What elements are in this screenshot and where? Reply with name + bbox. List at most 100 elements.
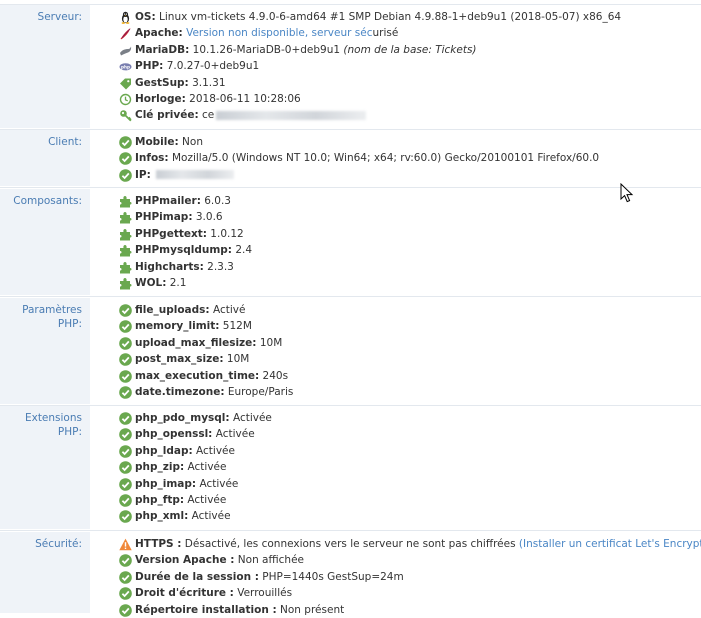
section-client: Client: Mobile: Non Infos: Mozilla/5.0 (… <box>0 130 701 186</box>
list-item-php: php PHP: 7.0.27-0+deb9u1 <box>92 58 701 74</box>
list-item-security: Durée de la session : PHP=1440s GestSup=… <box>92 569 701 585</box>
item-key: PHPmysqldump: <box>135 244 232 257</box>
section-label: Sécurité: <box>35 538 82 550</box>
item-value: Activée <box>184 461 227 474</box>
item-key: PHPmailer: <box>135 195 201 207</box>
item-key: Infos: <box>135 152 169 165</box>
list-item-os: OS: Linux vm-tickets 4.9.0-6-amd64 #1 SM… <box>92 9 701 25</box>
check-icon <box>119 136 132 149</box>
item-key: PHPgettext: <box>135 227 207 240</box>
item-key: php_xml: <box>135 510 189 523</box>
item-key: OS: <box>135 11 156 23</box>
list-item-security: Version Apache : Non affichée <box>92 552 701 568</box>
mariadb-icon <box>120 46 132 56</box>
puzzle-icon <box>120 212 132 224</box>
item-key: Apache: <box>135 27 183 40</box>
check-icon <box>119 412 132 425</box>
apache-version-link[interactable]: Version non disponible, serveur séc <box>183 27 372 39</box>
section-label-cell: Paramètres PHP: <box>0 298 90 404</box>
check-icon <box>119 494 132 507</box>
item-value: Activée <box>196 477 239 490</box>
list-item-private-key: Clé privée: ce <box>92 107 701 123</box>
check-icon <box>119 444 132 458</box>
item-key: IP: <box>135 168 151 181</box>
item-value: 240s <box>259 369 289 382</box>
list-item-apache: Apache: Version non disponible, serveur … <box>92 25 701 41</box>
item-key: Durée de la session : <box>135 570 259 583</box>
mouse-cursor-icon <box>620 183 634 203</box>
item-value: Désactivé, les connexions vers le serveu… <box>181 538 519 550</box>
item-value: 1.0.12 <box>206 227 244 240</box>
list-item-setting: memory_limit: 512M <box>92 318 701 334</box>
section-extensions-php: Extensions PHP: php_pdo_mysql: Activée p… <box>0 406 701 529</box>
section-label: Client: <box>48 136 82 148</box>
item-value: 2018-06-11 10:28:06 <box>185 92 301 105</box>
item-value: Activée <box>229 412 272 424</box>
row-divider <box>0 405 701 406</box>
list-item-setting: file_uploads: Activé <box>92 302 701 318</box>
item-value: Activée <box>212 428 255 441</box>
section-values: Mobile: Non Infos: Mozilla/5.0 (Windows … <box>92 130 701 186</box>
item-value: 512M <box>219 320 252 333</box>
check-icon <box>119 369 132 383</box>
section-values: file_uploads: Activé memory_limit: 512M … <box>92 298 701 404</box>
item-key: post_max_size: <box>135 353 224 366</box>
section-serveur: Serveur: OS: Linux vm-tickets 4.9.0-6-am… <box>0 5 701 128</box>
item-key: php_imap: <box>135 477 197 490</box>
list-item-component: PHPimap: 3.0.6 <box>92 209 701 225</box>
row-divider <box>0 187 701 188</box>
item-key: Droit d'écriture : <box>135 587 234 600</box>
item-value: Verrouillés <box>233 587 293 600</box>
item-value: Activée <box>188 510 231 523</box>
list-item-component: WOL: 2.1 <box>92 275 701 291</box>
item-key: Horloge: <box>135 92 186 105</box>
item-key: memory_limit: <box>135 320 220 333</box>
list-item-mobile: Mobile: Non <box>92 134 701 150</box>
check-icon <box>119 603 132 617</box>
item-key: php_ftp: <box>135 493 185 506</box>
install-certificate-link[interactable]: (Installer un certificat Let's Encrypt) <box>519 538 701 550</box>
list-item-https: HTTPS : Désactivé, les connexions vers l… <box>92 536 701 552</box>
item-value: Europe/Paris <box>224 385 294 398</box>
list-item-gestsup: GestSup: 3.1.31 <box>92 75 701 91</box>
item-key: Highcharts: <box>135 260 204 273</box>
section-securite: Sécurité: HTTPS : Désactivé, les connexi… <box>0 532 701 617</box>
item-value: 3.1.31 <box>188 76 226 89</box>
section-label: Paramètres PHP: <box>22 304 82 330</box>
item-key: Répertoire installation : <box>135 603 277 616</box>
item-key: WOL: <box>135 276 167 289</box>
check-icon <box>119 320 132 334</box>
section-label-cell: Extensions PHP: <box>0 406 90 529</box>
item-value <box>151 169 154 181</box>
row-divider <box>0 4 701 5</box>
item-key: php_openssl: <box>135 428 213 441</box>
item-value: Non affichée <box>234 554 304 567</box>
item-value: urisé <box>372 27 399 40</box>
item-value: Linux vm-tickets 4.9.0-6-amd64 #1 SMP De… <box>155 11 622 23</box>
item-key: Version Apache : <box>135 554 235 567</box>
item-value: PHP=1440s GestSup=24m <box>258 570 404 583</box>
puzzle-icon <box>120 245 132 257</box>
redacted-value <box>216 110 367 120</box>
item-key: date.timezone: <box>135 385 225 398</box>
item-value: Mozilla/5.0 (Windows NT 10.0; Win64; x64… <box>168 152 600 165</box>
item-key: php_ldap: <box>135 444 193 457</box>
section-label-cell: Sécurité: <box>0 532 90 613</box>
item-key: PHPimap: <box>135 211 193 224</box>
item-value: Activée <box>192 444 235 457</box>
section-label-cell: Composants: <box>0 189 90 295</box>
list-item-setting: date.timezone: Europe/Paris <box>92 384 701 400</box>
item-value: 7.0.27-0+deb9u1 <box>163 60 260 73</box>
check-icon <box>119 336 132 350</box>
puzzle-icon <box>120 196 132 208</box>
warning-icon <box>119 538 132 551</box>
item-value: 10M <box>223 353 250 366</box>
section-label: Extensions PHP: <box>24 412 82 438</box>
list-item-component: PHPmailer: 6.0.3 <box>92 193 701 209</box>
row-divider <box>0 530 701 531</box>
list-item-infos: Infos: Mozilla/5.0 (Windows NT 10.0; Win… <box>92 150 701 166</box>
row-divider <box>0 296 701 297</box>
check-icon <box>119 554 132 568</box>
list-item-setting: max_execution_time: 240s <box>92 368 701 384</box>
list-item-component: PHPgettext: 1.0.12 <box>92 226 701 242</box>
